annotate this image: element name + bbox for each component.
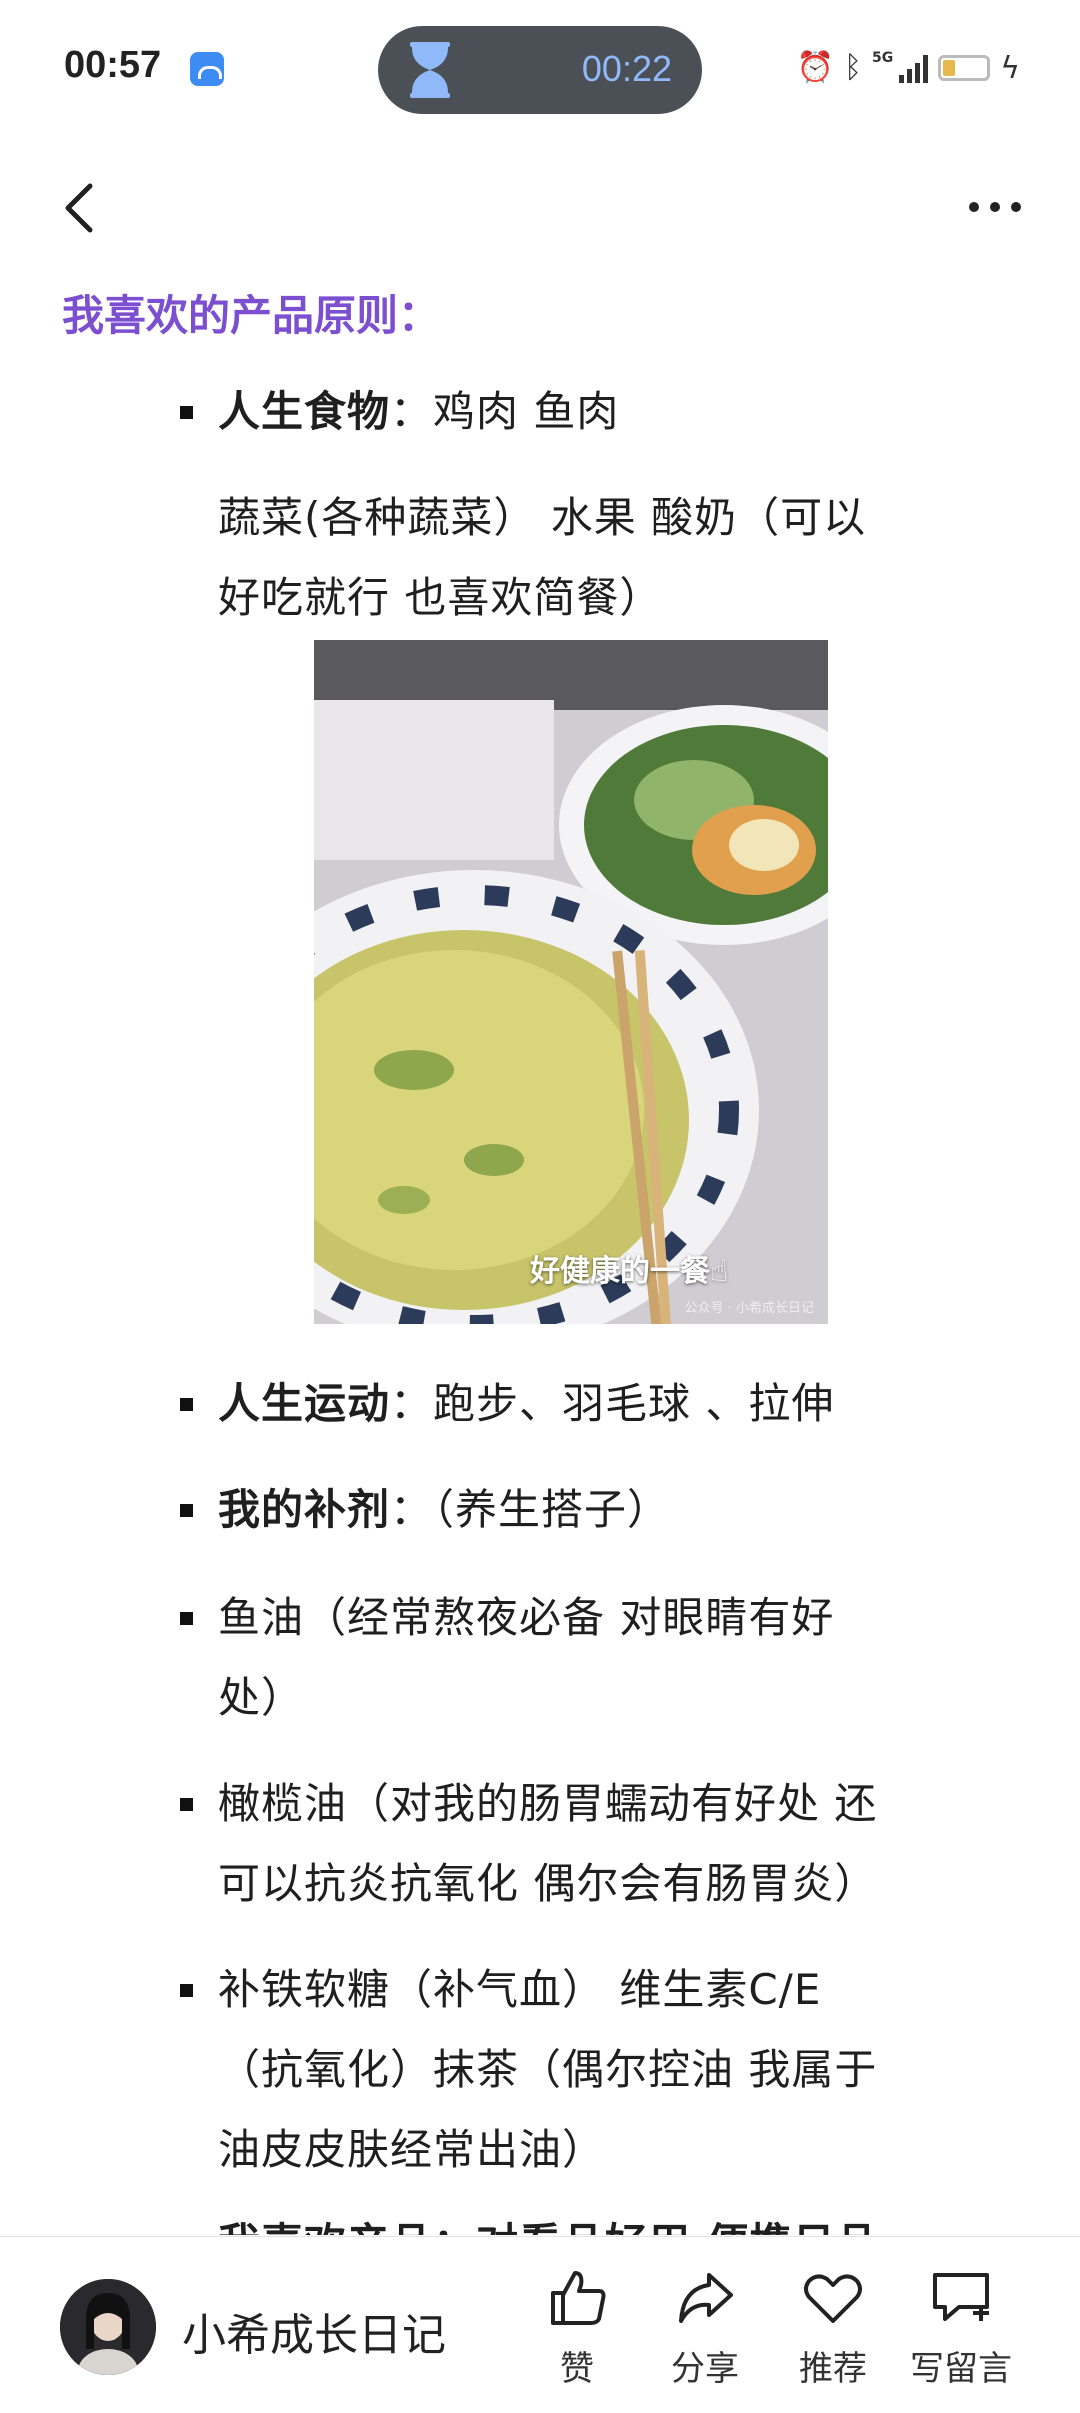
list-item-olive-oil: 橄榄油（对我的肠胃蠕动有好处 还	[180, 1764, 938, 1844]
timer-pill[interactable]: 00:22	[378, 26, 702, 114]
food-line-2: 蔬菜(各种蔬菜） 水果 酸奶（可以	[218, 493, 867, 542]
like-button[interactable]: 赞	[522, 2267, 632, 2397]
olive-oil-line-1: 橄榄油（对我的肠胃蠕动有好处 还	[218, 1779, 878, 1828]
bluetooth-icon: ᛒ	[843, 50, 862, 85]
iron-line-2: （抗氧化）抹茶（偶尔控油 我属于	[218, 2045, 878, 2094]
meal-photo[interactable]: 好健康的一餐☝ 公众号 · 小希成长日记	[314, 640, 828, 1324]
list-item-supplements: 我的补剂：（养生搭子）	[180, 1470, 938, 1550]
share-button[interactable]: 分享	[650, 2267, 760, 2397]
food-value: ：鸡肉 鱼肉	[390, 387, 620, 436]
timer-text: 00:22	[581, 48, 672, 89]
recommend-label: 推荐	[799, 2349, 867, 2389]
iron-line-3: 油皮皮肤经常出油）	[218, 2125, 606, 2174]
list-item-iron-gummies: 补铁软糖（补气血） 维生素C/E	[180, 1950, 938, 2030]
battery-icon: 9	[938, 55, 991, 81]
food-line-3: 好吃就行 也喜欢简餐）	[218, 573, 663, 622]
charging-icon: ϟ	[1000, 50, 1020, 86]
share-label: 分享	[671, 2349, 739, 2389]
section-heading: 我喜欢的产品原则：	[62, 291, 441, 340]
food-label: 人生食物	[218, 387, 391, 436]
cut-line: 我喜欢产品：对看品好用 便携日品	[218, 2219, 879, 2235]
comment-label: 写留言	[910, 2349, 1012, 2389]
like-label: 赞	[560, 2349, 594, 2389]
recommend-button[interactable]: 推荐	[778, 2267, 888, 2397]
article-content: 我喜欢的产品原则： 人生食物：鸡肉 鱼肉 蔬菜(各种蔬菜） 水果 酸奶（可以 好…	[0, 270, 1080, 2235]
share-icon	[679, 2273, 733, 2323]
photo-watermark: 公众号 · 小希成长日记	[684, 1301, 814, 1316]
thumbs-up-icon	[551, 2271, 606, 2325]
bottom-bar: 小希成长日记 赞 分享 推荐 写留言	[0, 2236, 1080, 2413]
sport-value: ：跑步、羽毛球 、拉伸	[390, 1379, 835, 1428]
fish-oil-line-1: 鱼油（经常熬夜必备 对眼睛有好	[218, 1593, 835, 1642]
list-item-fish-oil: 鱼油（经常熬夜必备 对眼睛有好	[180, 1578, 938, 1658]
comment-button[interactable]: 写留言	[906, 2267, 1016, 2397]
write-comment-icon	[933, 2273, 989, 2321]
fish-oil-line-2: 处）	[218, 1673, 305, 1722]
photo-caption: 好健康的一餐☝	[530, 1254, 729, 1289]
supplements-value: ：（养生搭子）	[390, 1485, 671, 1534]
heart-icon	[804, 2274, 862, 2323]
alarm-icon: ⏰	[796, 50, 834, 85]
nav-bar	[0, 160, 1080, 250]
author-avatar[interactable]	[60, 2279, 156, 2375]
battery-level: 9	[959, 56, 970, 76]
back-arrow-icon[interactable]	[52, 172, 112, 242]
hourglass-icon	[410, 42, 450, 98]
olive-oil-line-2: 可以抗炎抗氧化 偶尔会有肠胃炎）	[218, 1859, 878, 1908]
network-type: 5G	[871, 50, 894, 66]
status-bar: 00:57 00:22 ⏰ ᛒ 5G 9 ϟ	[0, 0, 1080, 140]
supplements-label: 我的补剂	[218, 1485, 391, 1534]
iron-line-1: 补铁软糖（补气血） 维生素C/E	[218, 1965, 822, 2014]
list-item-cut: 我喜欢产品：对看品好用 便携日品	[218, 2204, 938, 2235]
more-options-icon[interactable]	[960, 172, 1030, 242]
list-item-food: 人生食物：鸡肉 鱼肉	[180, 372, 938, 452]
app-notification-icon	[190, 52, 224, 86]
sport-label: 人生运动	[218, 1379, 391, 1428]
status-icons: ⏰ ᛒ 5G 9 ϟ	[797, 46, 1020, 90]
list-item-sport: 人生运动：跑步、羽毛球 、拉伸	[180, 1364, 938, 1444]
author-name[interactable]: 小希成长日记	[182, 2299, 446, 2363]
status-time: 00:57	[64, 44, 162, 86]
signal-icon	[899, 53, 929, 83]
